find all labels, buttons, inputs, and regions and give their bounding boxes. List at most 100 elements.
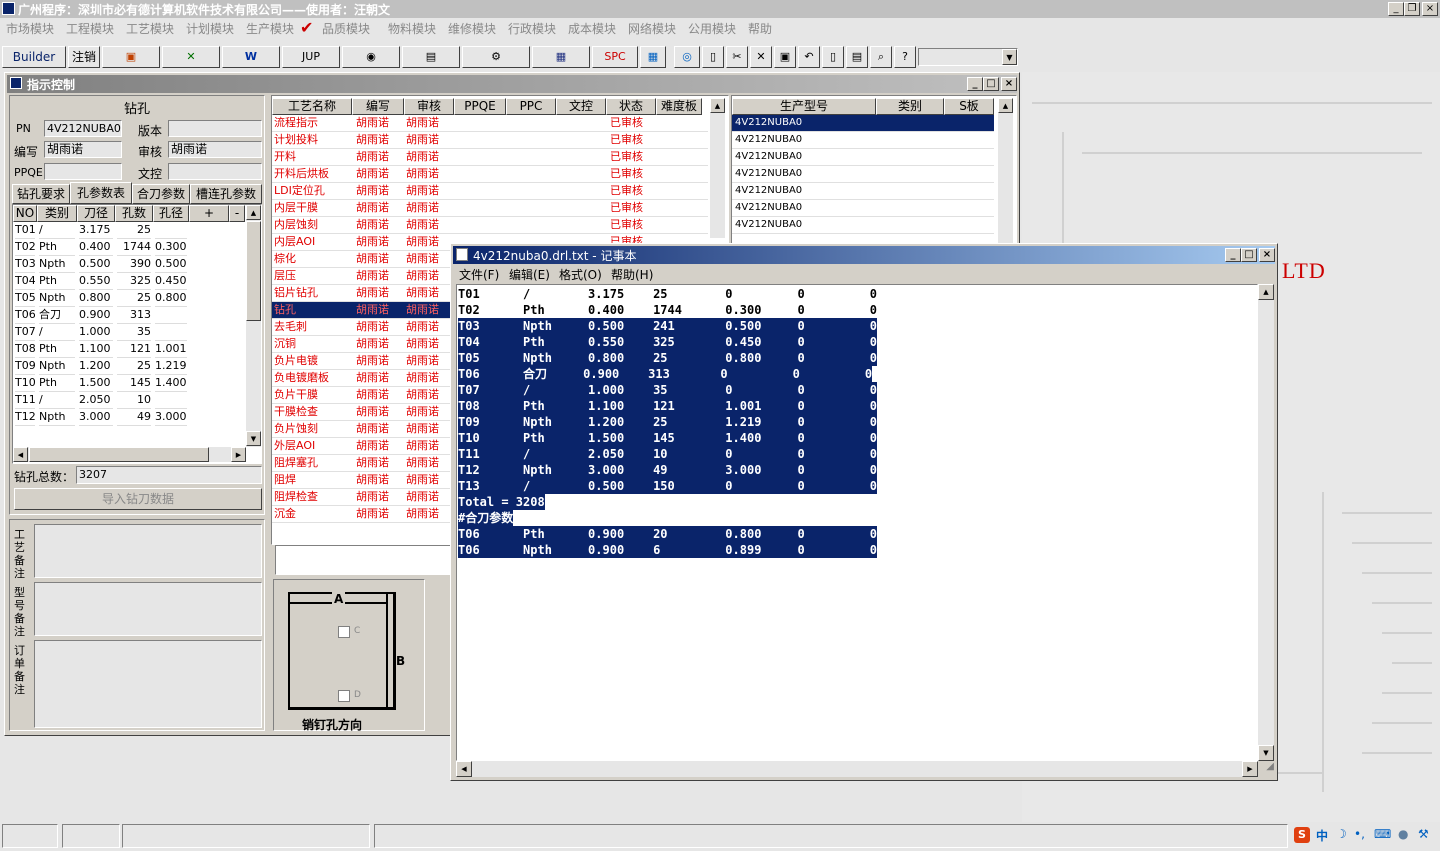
cut-icon[interactable]: ✂: [726, 46, 748, 68]
hole-cell[interactable]: 1.500: [79, 375, 113, 392]
find-icon[interactable]: ⌕: [870, 46, 892, 68]
hole-cell[interactable]: 313: [117, 307, 151, 324]
scroll-up-icon[interactable]: ▲: [998, 98, 1013, 113]
ime-language[interactable]: 中: [1316, 827, 1328, 844]
hole-cell[interactable]: T01: [15, 222, 35, 239]
hole-cell[interactable]: Pth: [39, 375, 75, 392]
minimize-icon[interactable]: _: [1225, 248, 1241, 262]
eye-icon[interactable]: ◉: [342, 46, 400, 68]
ppt-icon[interactable]: ▣: [102, 46, 160, 68]
scroll-down-icon[interactable]: ▼: [1258, 745, 1274, 761]
hole-cell[interactable]: 1.000: [79, 324, 113, 341]
menu-market[interactable]: 市场模块: [6, 20, 54, 37]
close-icon[interactable]: ×: [1422, 2, 1438, 16]
database-icon[interactable]: ▤: [402, 46, 460, 68]
total-field[interactable]: 3207: [76, 466, 262, 484]
menu-process[interactable]: 工艺模块: [126, 20, 174, 37]
col-header-hole-count[interactable]: 孔数: [115, 205, 153, 222]
hole-cell[interactable]: 1744: [117, 239, 151, 256]
hole-cell[interactable]: 0.500: [155, 256, 187, 273]
hole-cell[interactable]: Npth: [39, 256, 75, 273]
restore-icon[interactable]: ❐: [1404, 2, 1420, 16]
menu-help[interactable]: 帮助(H): [611, 266, 653, 283]
process-row[interactable]: LDI定位孔 胡雨诺 胡雨诺 已审核: [272, 183, 708, 200]
model-row[interactable]: 4V212NUBA0: [732, 200, 994, 217]
menu-help[interactable]: 帮助: [748, 20, 772, 37]
hole-cell[interactable]: Pth: [39, 239, 75, 256]
col-header-plus[interactable]: +: [189, 205, 229, 222]
hole-cell[interactable]: [155, 324, 187, 341]
close-icon[interactable]: ×: [1001, 77, 1017, 91]
hole-cell[interactable]: 0.550: [79, 273, 113, 290]
wenkong-field[interactable]: [168, 163, 262, 180]
horizontal-scrollbar[interactable]: ◀ ▶: [13, 447, 246, 462]
col-header-process[interactable]: 工艺名称: [272, 98, 352, 115]
hole-cell[interactable]: 1.100: [79, 341, 113, 358]
hole-cell[interactable]: T04: [15, 273, 35, 290]
col-header-status[interactable]: 状态: [606, 98, 656, 115]
hole-cell[interactable]: Npth: [39, 358, 75, 375]
hole-cell[interactable]: 1.001: [155, 341, 187, 358]
logout-button[interactable]: 注销: [68, 46, 100, 68]
ppqe-field[interactable]: [44, 163, 122, 180]
menu-admin[interactable]: 行政模块: [508, 20, 556, 37]
help-icon[interactable]: ?: [894, 46, 916, 68]
col-header-auditor[interactable]: 审核: [404, 98, 454, 115]
checkbox-c[interactable]: [338, 626, 350, 638]
hole-cell[interactable]: 0.450: [155, 273, 187, 290]
hole-cell[interactable]: 121: [117, 341, 151, 358]
word-icon[interactable]: W: [222, 46, 280, 68]
order-note-field[interactable]: [34, 640, 262, 728]
menu-format[interactable]: 格式(O): [559, 266, 602, 283]
hole-cell[interactable]: 325: [117, 273, 151, 290]
col-header-ppqe[interactable]: PPQE: [454, 98, 506, 115]
delete-icon[interactable]: ✕: [750, 46, 772, 68]
audit-field[interactable]: 胡雨诺: [168, 141, 262, 158]
save-icon[interactable]: ▣: [774, 46, 796, 68]
scroll-down-icon[interactable]: ▼: [246, 431, 261, 446]
keyboard-icon[interactable]: ⌨: [1374, 827, 1391, 841]
scroll-up-icon[interactable]: ▲: [246, 205, 261, 220]
process-row[interactable]: 计划投料 胡雨诺 胡雨诺 已审核: [272, 132, 708, 149]
col-header-type[interactable]: 类别: [37, 205, 77, 222]
wrench-icon[interactable]: ⚒: [1418, 827, 1429, 841]
col-header-category[interactable]: 类别: [876, 98, 944, 115]
minimize-icon[interactable]: _: [967, 77, 983, 91]
menu-file[interactable]: 文件(F): [459, 266, 499, 283]
hole-cell[interactable]: 0.300: [155, 239, 187, 256]
tab-slot-hole-params[interactable]: 槽连孔参数: [190, 184, 262, 204]
hole-cell[interactable]: 25: [117, 222, 151, 239]
hole-cell[interactable]: 1.200: [79, 358, 113, 375]
process-row[interactable]: 开料后烘板 胡雨诺 胡雨诺 已审核: [272, 166, 708, 183]
menu-maintenance[interactable]: 维修模块: [448, 20, 496, 37]
col-header-no[interactable]: NO: [13, 205, 37, 222]
hole-cell[interactable]: T08: [15, 341, 35, 358]
notepad-hscrollbar[interactable]: ◀ ▶: [456, 761, 1258, 777]
builder-button[interactable]: Builder: [2, 46, 66, 68]
close-icon[interactable]: ×: [1259, 248, 1275, 262]
moon-icon[interactable]: ☽: [1336, 827, 1347, 841]
hole-cell[interactable]: T03: [15, 256, 35, 273]
checkbox-d[interactable]: [338, 690, 350, 702]
menu-engineering[interactable]: 工程模块: [66, 20, 114, 37]
hole-cell[interactable]: Pth: [39, 273, 75, 290]
hole-cell[interactable]: 0.500: [79, 256, 113, 273]
maximize-icon[interactable]: □: [1241, 248, 1257, 262]
hole-cell[interactable]: 35: [117, 324, 151, 341]
hole-cell[interactable]: Npth: [39, 409, 75, 426]
hole-cell[interactable]: T05: [15, 290, 35, 307]
toolbar-combo[interactable]: ▼: [918, 48, 1018, 66]
spc-button[interactable]: SPC: [592, 46, 638, 68]
undo-icon[interactable]: ↶: [798, 46, 820, 68]
hole-cell[interactable]: 10: [117, 392, 151, 409]
scroll-left-icon[interactable]: ◀: [13, 447, 28, 462]
scroll-up-icon[interactable]: ▲: [710, 98, 725, 113]
resize-grip-icon[interactable]: ◢: [1258, 761, 1274, 777]
print-icon[interactable]: ▤: [846, 46, 868, 68]
new-icon[interactable]: ▯: [702, 46, 724, 68]
menu-material[interactable]: 物料模块: [388, 20, 436, 37]
hole-cell[interactable]: [155, 222, 187, 239]
calendar-icon[interactable]: ▦: [640, 46, 666, 68]
chevron-down-icon[interactable]: ▼: [1002, 49, 1017, 65]
menu-cost[interactable]: 成本模块: [568, 20, 616, 37]
